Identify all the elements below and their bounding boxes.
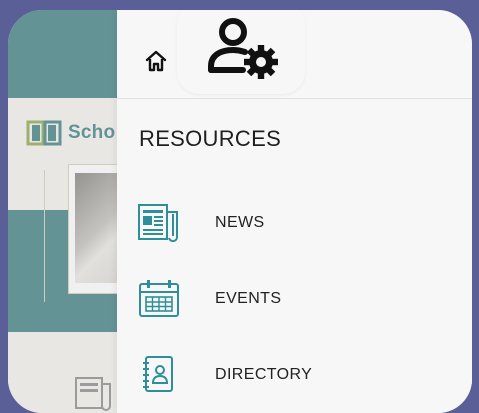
home-button[interactable] <box>143 48 169 74</box>
home-icon <box>145 50 167 72</box>
navigation-drawer: RESOURCES NEWS EVENTS DIRECTORY <box>117 10 472 413</box>
menu-item-label: EVENTS <box>215 290 282 307</box>
menu-item-label: DIRECTORY <box>215 366 313 383</box>
user-settings-icon <box>208 18 278 79</box>
menu-item-label: NEWS <box>215 214 265 231</box>
section-heading: RESOURCES <box>139 126 282 151</box>
address-book-icon <box>143 356 173 392</box>
newspaper-icon <box>138 204 179 243</box>
menu-item-directory[interactable]: DIRECTORY <box>117 344 472 404</box>
calendar-icon <box>139 280 179 317</box>
user-settings-button[interactable] <box>177 10 305 94</box>
menu-item-events[interactable]: EVENTS <box>117 268 472 328</box>
phone-screen: Scho RESOURCES NEWS EVENTS DIRECTORY <box>8 10 472 413</box>
menu-item-news[interactable]: NEWS <box>117 192 472 252</box>
